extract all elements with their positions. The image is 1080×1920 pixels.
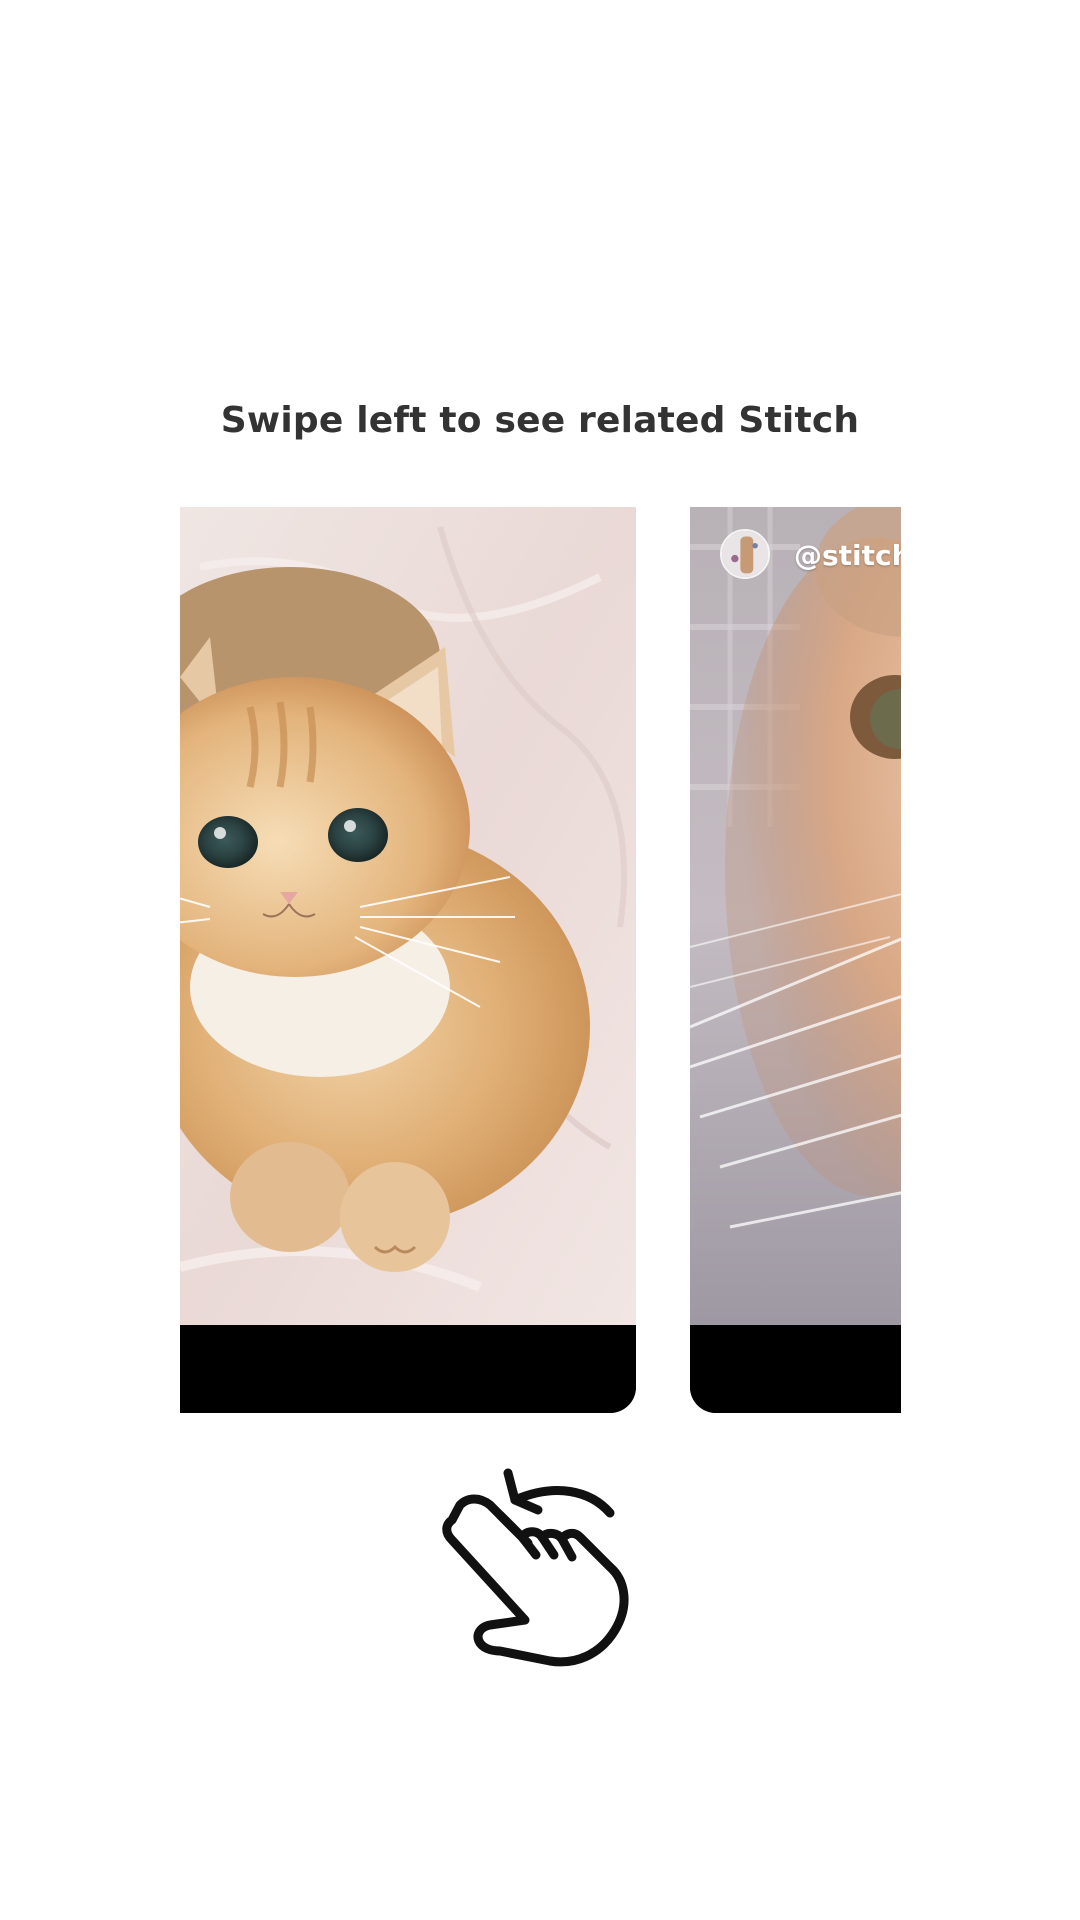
avatar-icon [722, 531, 768, 577]
swipe-left-hand-icon [442, 1468, 629, 1667]
card-footer-bar [180, 1325, 636, 1413]
avatar[interactable] [720, 529, 770, 579]
stitch-card-next[interactable]: @stitch [690, 507, 901, 1413]
cat-closeup-photo [690, 507, 901, 1325]
cat-photo [180, 507, 636, 1325]
username-handle[interactable]: @stitch [794, 539, 901, 572]
stitch-card-current[interactable] [180, 507, 636, 1413]
swipe-instruction-title: Swipe left to see related Stitch [220, 400, 860, 441]
card-footer-bar [690, 1325, 901, 1413]
stitch-carousel[interactable]: @stitch [180, 507, 901, 1413]
